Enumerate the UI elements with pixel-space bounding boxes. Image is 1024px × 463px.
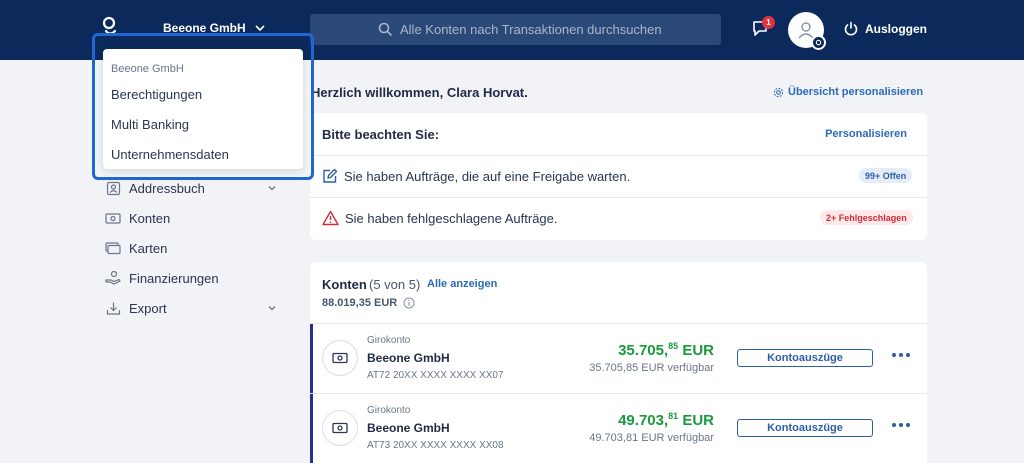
- account-row[interactable]: Girokonto Beeone GmbH AT72 20XX XXXX XXX…: [310, 324, 927, 393]
- chevron-down-icon: [268, 186, 276, 191]
- banknote-icon: [322, 410, 358, 446]
- edit-icon: [323, 168, 338, 183]
- account-name: Beeone GmbH: [367, 351, 450, 365]
- welcome-heading: Herzlich willkommen, Clara Horvat.: [311, 85, 528, 100]
- row-accent-bar: [310, 324, 313, 393]
- personalize-overview-label: Übersicht personalisieren: [788, 86, 924, 98]
- more-options-icon[interactable]: [892, 419, 910, 431]
- sidebar-item-konten[interactable]: Konten: [105, 207, 281, 229]
- balance-currency: EUR: [678, 342, 714, 359]
- menu-item-unternehmensdaten[interactable]: Unternehmensdaten: [111, 147, 229, 162]
- download-icon: [105, 300, 121, 316]
- balance-cents: 85: [668, 341, 679, 351]
- account-iban: AT72 20XX XXXX XXXX XX07: [367, 370, 504, 381]
- cards-icon: [105, 240, 121, 256]
- more-options-icon[interactable]: [892, 349, 910, 361]
- settings-badge-icon: [811, 35, 826, 50]
- sidebar-item-label: Export: [129, 300, 167, 316]
- gear-icon: [773, 87, 784, 97]
- status-badge[interactable]: 2+ Fehlgeschlagen: [820, 210, 913, 225]
- sidebar-item-label: Addressbuch: [129, 180, 205, 196]
- dropdown-header: Beeone GmbH: [111, 63, 184, 75]
- notice-card: Bitte beachten Sie: Personalisieren Sie …: [310, 113, 927, 240]
- sidebar-item-finanzierungen[interactable]: Finanzierungen: [105, 267, 281, 289]
- balance-main: 49.703,: [618, 412, 669, 429]
- sidebar-item-label: Karten: [129, 240, 168, 256]
- account-available: 35.705,85 EUR verfügbar: [589, 362, 714, 374]
- accounts-total-value: 88.019,35 EUR: [322, 297, 398, 309]
- sidebar-item-export[interactable]: Export: [105, 297, 281, 319]
- logout-label: Ausloggen: [865, 22, 927, 36]
- accounts-count: (5 von 5): [369, 277, 421, 292]
- logout-button[interactable]: Ausloggen: [843, 21, 927, 37]
- accounts-title: Konten: [322, 277, 367, 292]
- sidebar-item-label: Finanzierungen: [129, 270, 219, 286]
- status-badge[interactable]: 99+ Offen: [859, 168, 913, 183]
- menu-item-berechtigungen[interactable]: Berechtigungen: [111, 87, 202, 102]
- accounts-total: 88.019,35 EUR: [322, 297, 415, 309]
- balance-cents: 81: [668, 411, 679, 421]
- account-available: 49.703,81 EUR verfügbar: [589, 432, 714, 444]
- warning-icon: [322, 210, 339, 226]
- menu-item-multi-banking[interactable]: Multi Banking: [111, 117, 189, 132]
- show-all-link[interactable]: Alle anzeigen: [427, 278, 497, 290]
- balance-main: 35.705,: [618, 342, 669, 359]
- divider: [310, 155, 927, 156]
- accounts-card: Konten (5 von 5) Alle anzeigen 88.019,35…: [310, 262, 927, 463]
- sidebar-item-karten[interactable]: Karten: [105, 237, 281, 259]
- notice-title: Bitte beachten Sie:: [322, 127, 440, 142]
- power-icon: [844, 21, 858, 36]
- info-icon[interactable]: [403, 297, 415, 309]
- sidebar-item-addressbuch[interactable]: Addressbuch: [105, 177, 281, 199]
- notice-text: Sie haben Aufträge, die auf eine Freigab…: [344, 168, 631, 184]
- account-type: Girokonto: [367, 405, 411, 416]
- notice-row-pending[interactable]: Sie haben Aufträge, die auf eine Freigab…: [322, 168, 630, 184]
- statements-button[interactable]: Kontoauszüge: [737, 419, 873, 437]
- search-bar: [310, 14, 721, 45]
- personalize-overview-link[interactable]: Übersicht personalisieren: [773, 86, 923, 98]
- chevron-down-icon: [268, 306, 276, 311]
- account-name: Beeone GmbH: [367, 421, 450, 435]
- contact-book-icon: [105, 180, 121, 196]
- company-dropdown-menu: Beeone GmbH Berechtigungen Multi Banking…: [103, 49, 303, 169]
- statements-button[interactable]: Kontoauszüge: [737, 349, 873, 367]
- notification-badge: 1: [762, 16, 775, 29]
- banknote-icon: [322, 340, 358, 376]
- account-iban: AT73 20XX XXXX XXXX XX08: [367, 440, 504, 451]
- balance-currency: EUR: [678, 412, 714, 429]
- notice-text: Sie haben fehlgeschlagene Aufträge.: [345, 210, 558, 226]
- search-input[interactable]: [400, 22, 700, 37]
- search-icon: [378, 22, 393, 37]
- banknote-icon: [105, 210, 121, 226]
- personalize-button[interactable]: Personalisieren: [825, 128, 907, 140]
- account-balance: 49.703,81 EUR: [618, 411, 714, 429]
- account-row[interactable]: Girokonto Beeone GmbH AT73 20XX XXXX XXX…: [310, 394, 927, 463]
- divider: [310, 197, 927, 198]
- account-type: Girokonto: [367, 335, 411, 346]
- notice-row-failed[interactable]: Sie haben fehlgeschlagene Aufträge.: [322, 210, 558, 226]
- sidebar-item-label: Konten: [129, 210, 171, 226]
- hand-money-icon: [105, 270, 121, 286]
- row-accent-bar: [310, 394, 313, 463]
- account-balance: 35.705,85 EUR: [618, 341, 714, 359]
